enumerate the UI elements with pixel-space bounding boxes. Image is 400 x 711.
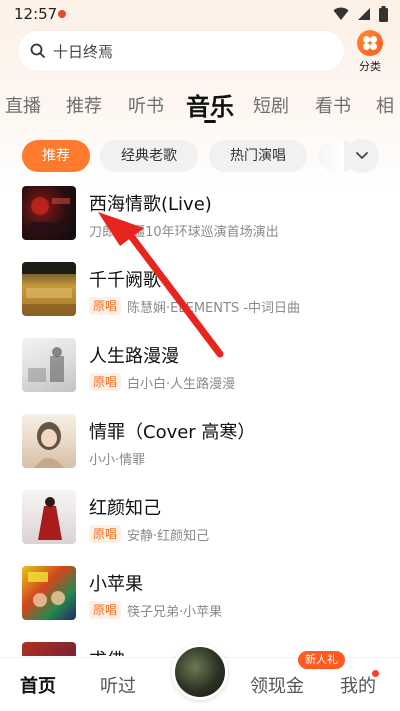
grid-dots-icon bbox=[357, 30, 383, 56]
tab-short-drama[interactable]: 短剧 bbox=[253, 92, 289, 118]
signal-icon bbox=[358, 8, 370, 20]
search-placeholder: 十日终焉 bbox=[53, 43, 114, 61]
song-cover bbox=[22, 566, 76, 620]
original-tag: 原唱 bbox=[89, 373, 122, 391]
tab-reading[interactable]: 看书 bbox=[315, 92, 351, 118]
song-subtitle: 小小·情罪 bbox=[89, 452, 146, 468]
song-subtitle: 安静·红颜知己 bbox=[127, 528, 210, 544]
song-cover bbox=[22, 414, 76, 468]
category-button[interactable]: 分类 bbox=[352, 30, 388, 74]
status-icons bbox=[333, 6, 388, 22]
song-subtitle: 白小白·人生路漫漫 bbox=[127, 376, 236, 392]
status-time: 12:57 bbox=[14, 5, 58, 23]
song-meta: 小小·情罪 bbox=[89, 449, 146, 468]
song-cover bbox=[22, 338, 76, 392]
song-item[interactable]: 千千阙歌 原唱 陈慧娴·ELEMENTS -中词日曲 bbox=[0, 259, 400, 335]
song-title: 小苹果 bbox=[89, 574, 143, 595]
song-cover bbox=[22, 186, 76, 240]
nav-listened[interactable]: 听过 bbox=[100, 672, 136, 698]
chip-hot-singing[interactable]: 热门演唱 bbox=[209, 140, 307, 172]
chip-expand-button[interactable] bbox=[345, 139, 379, 173]
song-cover bbox=[22, 490, 76, 544]
search-icon bbox=[30, 43, 45, 58]
battery-icon bbox=[379, 6, 388, 22]
tab-live[interactable]: 直播 bbox=[5, 92, 41, 118]
nav-earn-cash[interactable]: 领现金 bbox=[250, 672, 304, 698]
bottom-nav: 首页 听过 领现金 新人礼 我的 bbox=[0, 644, 400, 711]
song-subtitle: 刀郎·新疆10年环球巡演首场演出 bbox=[89, 224, 279, 240]
song-meta: 原唱 筷子兄弟·小苹果 bbox=[89, 601, 223, 620]
tab-recommend[interactable]: 推荐 bbox=[66, 92, 102, 118]
tab-music[interactable]: 音乐 bbox=[186, 87, 234, 122]
song-title: 千千阙歌 bbox=[89, 270, 161, 291]
nav-mine[interactable]: 我的 bbox=[340, 672, 376, 698]
top-tab-bar: 直播 推荐 听书 音乐 短剧 看书 相 bbox=[0, 86, 400, 126]
search-input[interactable]: 十日终焉 bbox=[18, 31, 344, 71]
song-subtitle: 陈慧娴·ELEMENTS -中词日曲 bbox=[127, 300, 300, 316]
song-title: 情罪（Cover 高寒） bbox=[89, 422, 256, 443]
song-meta: 刀郎·新疆10年环球巡演首场演出 bbox=[89, 221, 279, 240]
song-list: 西海情歌(Live) 刀郎·新疆10年环球巡演首场演出 千千阙歌 原唱 陈慧娴·… bbox=[0, 183, 400, 656]
song-item[interactable]: 人生路漫漫 原唱 白小白·人生路漫漫 bbox=[0, 335, 400, 411]
song-title: 人生路漫漫 bbox=[89, 346, 179, 367]
notification-dot bbox=[372, 670, 379, 677]
original-tag: 原唱 bbox=[89, 601, 122, 619]
tab-audiobook[interactable]: 听书 bbox=[128, 92, 164, 118]
wifi-icon bbox=[333, 7, 349, 20]
song-item[interactable]: 小苹果 原唱 筷子兄弟·小苹果 bbox=[0, 563, 400, 639]
now-playing-button[interactable] bbox=[172, 644, 228, 700]
song-meta: 原唱 陈慧娴·ELEMENTS -中词日曲 bbox=[89, 297, 300, 316]
chip-classic-oldies[interactable]: 经典老歌 bbox=[100, 140, 198, 172]
song-item[interactable]: 红颜知己 原唱 安静·红颜知己 bbox=[0, 487, 400, 563]
tab-indicator bbox=[204, 120, 216, 123]
notification-dot-icon bbox=[58, 10, 66, 18]
chip-fade bbox=[306, 139, 344, 173]
song-meta: 原唱 白小白·人生路漫漫 bbox=[89, 373, 236, 392]
chip-recommend[interactable]: 推荐 bbox=[22, 140, 90, 172]
status-bar: 12:57 bbox=[0, 0, 400, 28]
song-meta: 原唱 安静·红颜知己 bbox=[89, 525, 210, 544]
song-cover bbox=[22, 642, 76, 656]
song-cover bbox=[22, 262, 76, 316]
nav-home[interactable]: 首页 bbox=[20, 672, 56, 698]
category-label: 分类 bbox=[359, 60, 381, 73]
song-title: 红颜知己 bbox=[89, 498, 161, 519]
song-subtitle: 筷子兄弟·小苹果 bbox=[127, 604, 223, 620]
new-user-badge: 新人礼 bbox=[298, 651, 345, 669]
song-title: 求佛 bbox=[89, 646, 125, 656]
original-tag: 原唱 bbox=[89, 525, 122, 543]
tab-more-partial[interactable]: 相 bbox=[376, 92, 394, 118]
song-item[interactable]: 西海情歌(Live) 刀郎·新疆10年环球巡演首场演出 bbox=[0, 183, 400, 259]
song-item[interactable]: 情罪（Cover 高寒） 小小·情罪 bbox=[0, 411, 400, 487]
original-tag: 原唱 bbox=[89, 297, 122, 315]
song-title: 西海情歌(Live) bbox=[89, 194, 212, 215]
chevron-down-icon bbox=[356, 152, 368, 159]
